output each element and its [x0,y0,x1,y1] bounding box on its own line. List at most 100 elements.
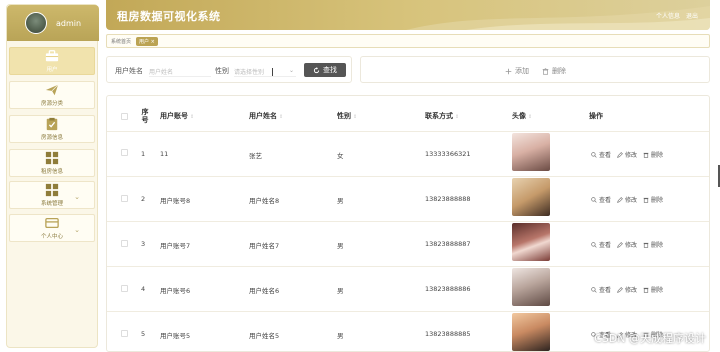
row-index: 5 [141,330,146,338]
column-header-actions: 操作 [589,112,603,120]
row-checkbox[interactable] [121,330,128,337]
chevron-down-icon: ⌄ [74,226,80,234]
avatar-image[interactable] [512,313,550,351]
row-name: 用户姓名6 [249,287,280,295]
edit-icon [617,286,623,293]
row-gender: 男 [337,332,344,340]
column-header-phone[interactable]: 联系方式 ⇕ [425,111,459,121]
edit-icon [617,151,623,158]
delete-button[interactable]: 删除 [643,195,663,204]
delete-button[interactable]: 删除 [643,285,663,294]
page-title: 租房数据可视化系统 [117,10,221,23]
view-button[interactable]: 查看 [591,150,611,159]
refresh-icon [313,66,320,73]
row-divider [107,266,709,267]
sidebar-item-label: 用户 [46,67,58,73]
user-profile-box[interactable]: admin [7,5,99,41]
watermark: CSDN @天成程序设计 [594,332,706,345]
avatar-image[interactable] [512,178,550,216]
row-index: 1 [141,150,146,158]
row-actions: 查看 修改 删除 [591,240,669,249]
search-button[interactable]: 查找 [304,63,346,77]
sidebar: admin 用户 房源分类 房源信息 租房信息 系统管理 ⌄ 个人中心 ⌄ [6,4,99,348]
edit-button[interactable]: 修改 [617,240,637,249]
row-checkbox[interactable] [121,195,128,202]
sidebar-item-label: 个人中心 [40,234,63,240]
search-icon [591,286,597,293]
delete-button[interactable]: 删除 [643,240,663,249]
add-button-label: 添加 [515,67,529,75]
trash-icon [643,242,649,248]
edit-button[interactable]: 修改 [617,150,637,159]
row-checkbox[interactable] [121,285,128,292]
chevron-down-icon: ⌄ [74,193,80,201]
bulk-delete-label: 删除 [552,67,566,75]
row-checkbox[interactable] [121,149,128,156]
column-header-gender[interactable]: 性别 ⇕ [337,111,357,121]
row-index: 3 [141,240,146,248]
sidebar-item-label: 租房信息 [40,169,63,175]
edit-button[interactable]: 修改 [617,285,637,294]
briefcase-icon [45,50,59,62]
add-button[interactable]: 添加 [505,66,529,76]
column-header-account[interactable]: 用户账号 ⇕ [160,111,194,121]
breadcrumb-home[interactable]: 系统首页 [111,38,131,45]
edit-icon [617,241,623,248]
column-header-avatar[interactable]: 头像 ⇕ [512,111,532,121]
row-account: 11 [160,150,169,158]
sidebar-item-label: 房源分类 [40,101,63,107]
avatar[interactable] [25,12,47,34]
avatar-image[interactable] [512,133,550,171]
row-name: 用户姓名8 [249,197,280,205]
avatar-image[interactable] [512,268,550,306]
select-all-checkbox[interactable] [121,113,128,120]
column-header-index: 序号 [141,108,149,124]
name-placeholder: 用户姓名 [149,69,174,76]
search-icon [591,196,597,203]
trash-icon [542,67,549,75]
view-button[interactable]: 查看 [591,240,611,249]
sidebar-item-label: 房源信息 [40,135,63,141]
row-checkbox[interactable] [121,240,128,247]
delete-button[interactable]: 删除 [643,150,663,159]
row-divider [107,221,709,222]
search-panel: 用户姓名 用户姓名 性别 请选择性别 ⌄ 查找 [106,56,352,83]
row-gender: 女 [337,152,344,160]
row-name: 张艺 [249,152,262,160]
logout-link[interactable]: 退出 [686,13,698,20]
sidebar-item-users[interactable]: 用户 [9,47,95,75]
tab-users[interactable]: 用户 × [136,36,158,46]
top-header: 租房数据可视化系统 个人信息 退出 [106,0,710,30]
profile-link[interactable]: 个人信息 [656,13,680,20]
edit-button[interactable]: 修改 [617,195,637,204]
row-account: 用户账号8 [160,197,191,205]
sidebar-item-rental-info[interactable]: 租房信息 [9,149,95,177]
gender-select[interactable]: 请选择性别 ⌄ [234,64,296,77]
paper-plane-icon [45,84,59,96]
header-links: 个人信息 退出 [652,11,698,20]
username: admin [56,18,82,28]
sidebar-item-system-management[interactable]: 系统管理 ⌄ [9,181,95,209]
bulk-delete-button[interactable]: 删除 [542,66,566,76]
grid-icon [45,183,59,197]
row-actions: 查看 修改 删除 [591,195,669,204]
gender-placeholder: 请选择性别 [234,69,265,76]
name-search-input[interactable]: 用户姓名 [149,64,211,77]
sidebar-item-house-category[interactable]: 房源分类 [9,81,95,109]
sidebar-item-house-info[interactable]: 房源信息 [9,115,95,143]
sidebar-item-personal-center[interactable]: 个人中心 ⌄ [9,214,95,242]
view-button[interactable]: 查看 [591,195,611,204]
row-name: 用户姓名5 [249,332,280,340]
row-account: 用户账号6 [160,287,191,295]
avatar-image[interactable] [512,223,550,261]
row-index: 4 [141,285,146,293]
trash-icon [643,152,649,158]
row-phone: 13333366321 [425,150,471,158]
edit-icon [617,196,623,203]
view-button[interactable]: 查看 [591,285,611,294]
column-header-name[interactable]: 用户姓名 ⇕ [249,111,283,121]
row-index: 2 [141,195,146,203]
search-icon [591,241,597,248]
row-phone: 13823888886 [425,285,471,293]
row-account: 用户账号5 [160,332,191,340]
